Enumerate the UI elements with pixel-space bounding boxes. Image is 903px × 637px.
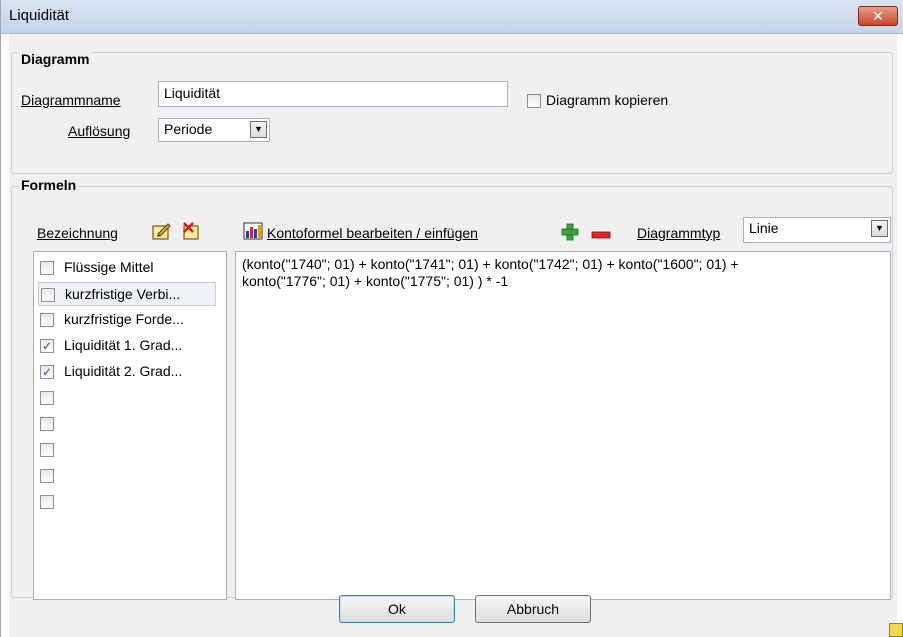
list-item[interactable]: ✓ Liquidität 2. Grad... [38,360,216,384]
list-item-checkbox[interactable] [40,313,54,327]
list-item-label: Liquidität 1. Grad... [64,337,183,353]
list-item[interactable]: kurzfristige Forde... [38,308,216,332]
list-item-checkbox[interactable] [40,261,54,275]
list-item[interactable] [38,412,216,436]
list-item-label: kurzfristige Verbi... [65,286,181,302]
minus-icon[interactable] [591,227,611,239]
formel-list[interactable]: Flüssige Mittel kurzfristige Verbi... ku… [33,251,227,600]
list-item[interactable] [38,490,216,514]
delete-note-icon[interactable] [181,221,203,241]
diagrammtyp-label: Diagrammtyp [637,225,721,241]
bezeichnung-label: Bezeichnung [37,225,118,241]
list-item-checkbox[interactable] [40,443,54,457]
formula-line-2: konto("1776"; 01) + konto("1775"; 01) ) … [242,273,509,289]
ok-button[interactable]: Ok [339,595,455,623]
list-item[interactable] [38,386,216,410]
chevron-down-icon[interactable]: ▼ [250,121,267,138]
diagrammtyp-value: Linie [749,220,779,236]
plus-icon[interactable] [561,223,579,241]
aufloesung-label: Auflösung [68,123,131,139]
diagrammname-input[interactable]: Liquidität [158,81,508,107]
list-item-checkbox[interactable] [40,391,54,405]
list-item[interactable] [38,464,216,488]
aufloesung-value: Periode [164,121,213,137]
formeln-group-title: Formeln [19,177,79,193]
list-item-checkbox[interactable] [40,495,54,509]
list-item[interactable]: ✓ Liquidität 1. Grad... [38,334,216,358]
list-item[interactable]: kurzfristige Verbi... [38,282,216,306]
list-item-label: Liquidität 2. Grad... [64,363,183,379]
aufloesung-select[interactable]: Periode ▼ [158,118,270,142]
diagramm-kopieren-checkbox[interactable] [527,94,541,108]
resize-grip-icon[interactable] [889,623,903,637]
formula-editor[interactable]: (konto("1740"; 01) + konto("1741"; 01) +… [235,251,891,600]
list-item-checkbox[interactable]: ✓ [40,339,54,353]
list-item-checkbox[interactable] [41,288,55,302]
diagramm-group [11,52,893,174]
dialog-body: Diagramm Diagrammname Liquidität Diagram… [9,34,897,637]
close-button[interactable]: ✕ [858,6,898,26]
diagrammname-label: Diagrammname [21,92,121,108]
kontoformel-label[interactable]: Kontoformel bearbeiten / einfügen [267,225,478,241]
edit-note-icon[interactable] [151,221,173,241]
list-item[interactable]: Flüssige Mittel [38,256,216,280]
list-item-checkbox[interactable] [40,417,54,431]
diagramm-group-title: Diagramm [19,51,92,67]
list-item-label: Flüssige Mittel [64,259,154,275]
formula-line-1: (konto("1740"; 01) + konto("1741"; 01) +… [242,256,739,272]
dialog-window: Liquidität ✕ Diagramm Diagrammname Liqui… [0,0,903,637]
title-bar: Liquidität ✕ [1,0,903,34]
list-item[interactable] [38,438,216,462]
diagrammtyp-select[interactable]: Linie ▼ [743,217,891,243]
list-item-checkbox[interactable] [40,469,54,483]
diagramm-kopieren-label: Diagramm kopieren [546,92,669,108]
chart-formula-icon[interactable] [243,222,263,240]
chevron-down-icon[interactable]: ▼ [871,220,888,237]
list-item-label: kurzfristige Forde... [64,311,184,327]
cancel-button[interactable]: Abbruch [475,595,591,623]
list-item-checkbox[interactable]: ✓ [40,365,54,379]
window-title: Liquidität [9,7,70,24]
